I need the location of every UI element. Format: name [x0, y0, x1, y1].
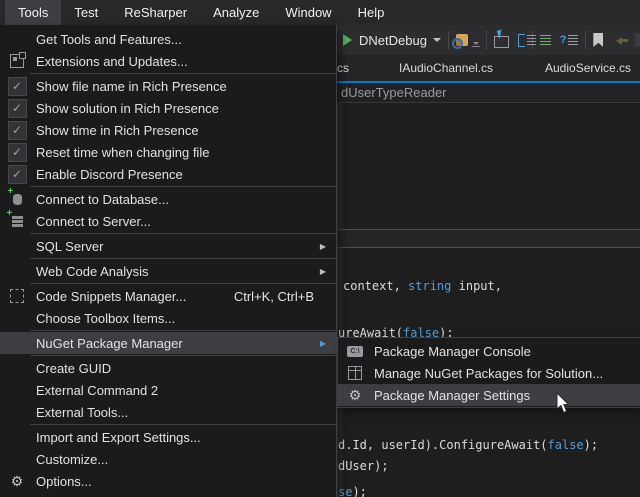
console-icon: C:\ [344, 342, 366, 360]
find-in-files-icon[interactable] [456, 34, 469, 46]
clipboard-ring-icon[interactable] [518, 34, 525, 47]
checkmark-icon: ✓ [6, 165, 28, 183]
submenu-item-manage-nuget-packages[interactable]: Manage NuGet Packages for Solution... [338, 362, 640, 384]
menu-separator [30, 186, 336, 187]
menu-item-sql-server[interactable]: SQL Server▶ [0, 235, 336, 257]
code-line: dUser); [338, 459, 389, 473]
menu-item-show-solution-rich-presence[interactable]: ✓Show solution in Rich Presence [0, 97, 336, 119]
menu-item-code-snippets-manager[interactable]: Code Snippets Manager...Ctrl+K, Ctrl+B [0, 285, 336, 307]
menubar-item-tools[interactable]: Tools [5, 0, 61, 25]
toolbar-separator [448, 31, 449, 49]
breadcrumb[interactable]: dUserTypeReader [341, 85, 447, 100]
mouse-cursor [556, 393, 571, 419]
menu-item-connect-to-server[interactable]: Connect to Server... [0, 210, 336, 232]
menu-item-create-guid[interactable]: Create GUID [0, 357, 336, 379]
menu-item-external-command-2[interactable]: External Command 2 [0, 379, 336, 401]
server-icon [6, 212, 28, 230]
menu-bar: Tools Test ReSharper Analyze Window Help [0, 0, 640, 25]
extensions-icon [6, 52, 28, 70]
uncomment-lines-icon[interactable] [540, 35, 551, 46]
tab-hidden-document[interactable]: cs [337, 55, 349, 81]
tab-iaudiochannel[interactable]: IAudioChannel.cs [399, 55, 493, 81]
nuget-package-icon [344, 364, 366, 382]
menu-item-nuget-package-manager[interactable]: NuGet Package Manager▶ [0, 332, 336, 354]
next-bookmark-icon[interactable] [635, 33, 639, 47]
code-snippets-icon [6, 287, 28, 305]
menubar-item-analyze[interactable]: Analyze [200, 0, 272, 25]
tools-menu: Get Tools and Features... Extensions and… [0, 25, 337, 497]
menu-item-extensions-and-updates[interactable]: Extensions and Updates... [0, 50, 336, 72]
menu-item-connect-to-database[interactable]: Connect to Database... [0, 188, 336, 210]
shortcut-label: Ctrl+K, Ctrl+B [234, 289, 314, 304]
debug-profile-label[interactable]: DNetDebug [359, 33, 427, 48]
menu-item-customize[interactable]: Customize... [0, 448, 336, 470]
navigate-back-icon[interactable] [494, 36, 509, 48]
menubar-item-resharper[interactable]: ReSharper [111, 0, 200, 25]
menu-item-reset-time-changing-file[interactable]: ✓Reset time when changing file [0, 141, 336, 163]
code-line: context, string input, [343, 279, 502, 293]
checkmark-icon: ✓ [6, 121, 28, 139]
debug-profile-dropdown-icon[interactable] [433, 38, 441, 42]
menu-separator [30, 73, 336, 74]
previous-bookmark-icon[interactable] [616, 34, 628, 46]
find-dropdown-icon[interactable] [472, 42, 480, 47]
menubar-item-help[interactable]: Help [345, 0, 398, 25]
menubar-item-test[interactable]: Test [61, 0, 111, 25]
menubar-item-window[interactable]: Window [272, 0, 344, 25]
collapsed-region [338, 229, 640, 248]
code-line: se); [338, 485, 367, 497]
gear-icon: ⚙ [344, 386, 366, 404]
submenu-arrow-icon: ▶ [320, 267, 326, 276]
toolbar-separator [585, 31, 586, 49]
checkmark-icon: ✓ [6, 99, 28, 117]
toggle-bookmark-icon[interactable] [593, 33, 603, 47]
menu-item-external-tools[interactable]: External Tools... [0, 401, 336, 423]
menu-separator [30, 355, 336, 356]
tab-audioservice[interactable]: AudioService.cs [545, 55, 631, 81]
menu-separator [30, 233, 336, 234]
gear-icon: ⚙ [6, 472, 28, 490]
submenu-arrow-icon: ▶ [320, 242, 326, 251]
menu-item-import-export-settings[interactable]: Import and Export Settings... [0, 426, 336, 448]
code-line: d.Id, userId).ConfigureAwait(false); [338, 438, 598, 452]
menu-item-get-tools-and-features[interactable]: Get Tools and Features... [0, 28, 336, 50]
menu-separator [30, 258, 336, 259]
comment-lines-icon[interactable]: ? [560, 34, 579, 46]
submenu-arrow-icon: ▶ [320, 339, 326, 348]
database-icon [6, 190, 28, 208]
menu-separator [30, 330, 336, 331]
toolbar-grip [486, 31, 488, 49]
menu-separator [30, 283, 336, 284]
vs-window: Tools Test ReSharper Analyze Window Help… [0, 0, 640, 497]
nuget-submenu: C:\Package Manager Console Manage NuGet … [337, 337, 640, 408]
menu-item-options[interactable]: ⚙Options... [0, 470, 336, 492]
menu-item-enable-discord-presence[interactable]: ✓Enable Discord Presence [0, 163, 336, 185]
submenu-item-package-manager-settings[interactable]: ⚙Package Manager Settings [338, 384, 640, 406]
menu-item-web-code-analysis[interactable]: Web Code Analysis▶ [0, 260, 336, 282]
menu-item-choose-toolbox-items[interactable]: Choose Toolbox Items... [0, 307, 336, 329]
checkmark-icon: ✓ [6, 77, 28, 95]
start-debugging-icon[interactable] [343, 34, 352, 46]
menu-item-show-time-rich-presence[interactable]: ✓Show time in Rich Presence [0, 119, 336, 141]
menu-separator [30, 424, 336, 425]
checkmark-icon: ✓ [6, 143, 28, 161]
menu-item-show-file-name-rich-presence[interactable]: ✓Show file name in Rich Presence [0, 75, 336, 97]
submenu-item-package-manager-console[interactable]: C:\Package Manager Console [338, 340, 640, 362]
